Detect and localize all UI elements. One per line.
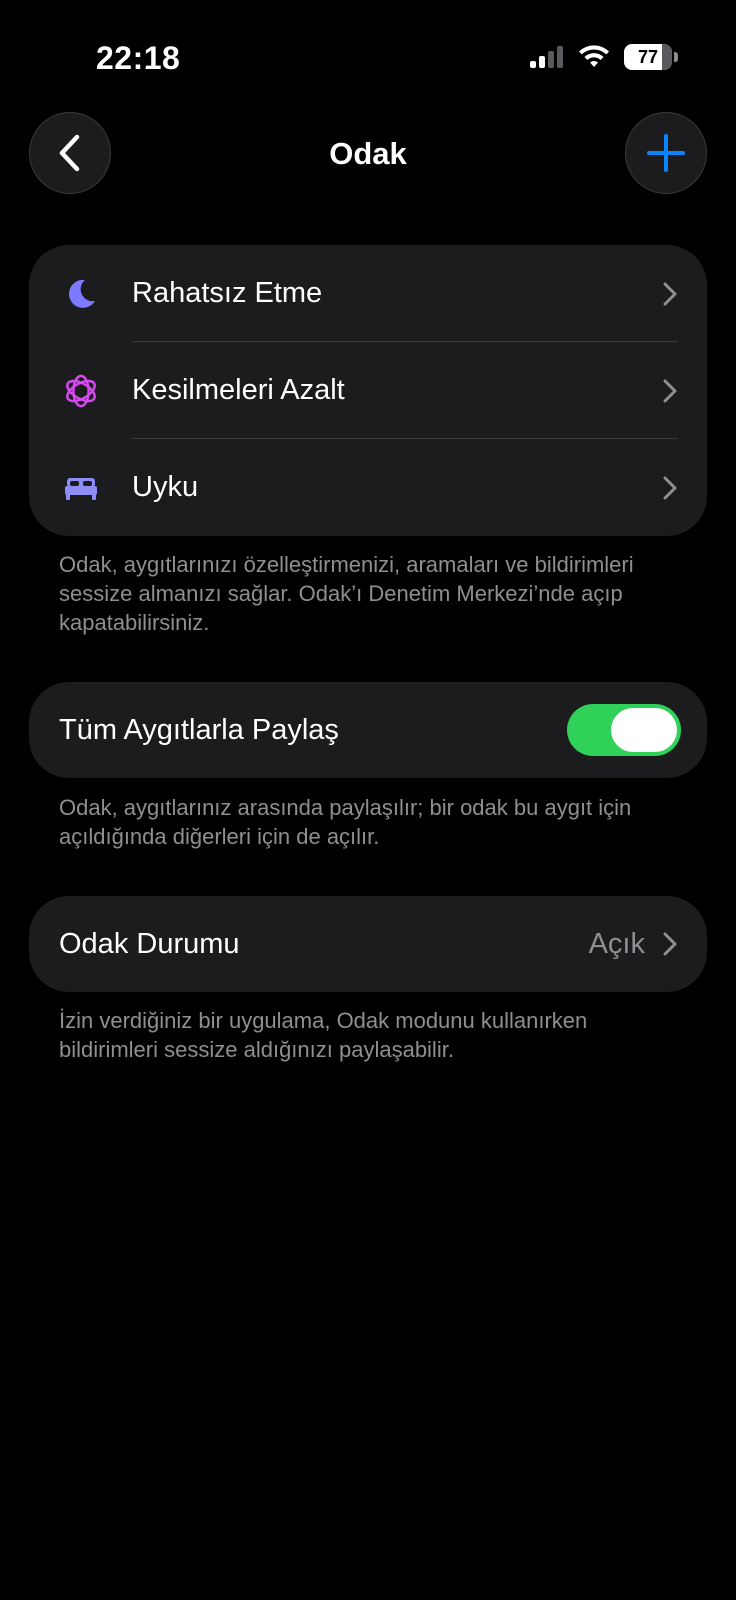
bed-icon [63,470,99,506]
share-devices-group: Tüm Aygıtlarla Paylaş [29,682,707,778]
focus-modes-list: Rahatsız Etme Kesilmeleri Azalt Uyku [29,245,707,536]
toggle-knob [611,708,677,752]
focus-status-group: Odak Durumu Açık [29,896,707,992]
moon-icon [63,276,99,312]
focus-item-do-not-disturb[interactable]: Rahatsız Etme [29,245,707,342]
add-focus-button[interactable] [625,112,707,194]
focus-item-label: Kesilmeleri Azalt [132,374,345,406]
wifi-icon [579,45,609,67]
chevron-right-icon [663,379,677,402]
chevron-right-icon [663,932,677,956]
share-devices-row: Tüm Aygıtlarla Paylaş [29,682,707,778]
battery-level: 77 [637,46,659,67]
focus-item-label: Uyku [132,471,199,503]
battery-icon: 77 [624,44,678,70]
cellular-signal-icon [530,46,563,68]
share-devices-label: Tüm Aygıtlarla Paylaş [59,713,339,746]
share-devices-toggle[interactable] [567,704,681,756]
status-time: 22:18 [96,40,181,76]
focus-status-description: İzin verdiğiniz bir uygulama, Odak modun… [59,1008,588,1062]
focus-item-reduce-interruptions[interactable]: Kesilmeleri Azalt [29,342,707,439]
focus-description: Odak, aygıtlarınızı özelleştirmenizi, ar… [59,552,634,635]
focus-status-label: Odak Durumu [59,927,240,960]
navigation-bar: Odak [0,112,736,194]
status-bar: 22:18 77 [0,0,736,110]
focus-item-sleep[interactable]: Uyku [29,439,707,536]
focus-status-value: Açık [588,927,645,960]
status-icons: 77 [530,44,678,70]
plus-icon [647,134,685,172]
chevron-right-icon [663,282,677,305]
focus-status-row[interactable]: Odak Durumu Açık [29,896,707,992]
flower-icon [63,373,99,409]
share-devices-description: Odak, aygıtlarınız arasında paylaşılır; … [59,795,632,849]
focus-item-label: Rahatsız Etme [132,277,323,309]
chevron-right-icon [663,476,677,499]
